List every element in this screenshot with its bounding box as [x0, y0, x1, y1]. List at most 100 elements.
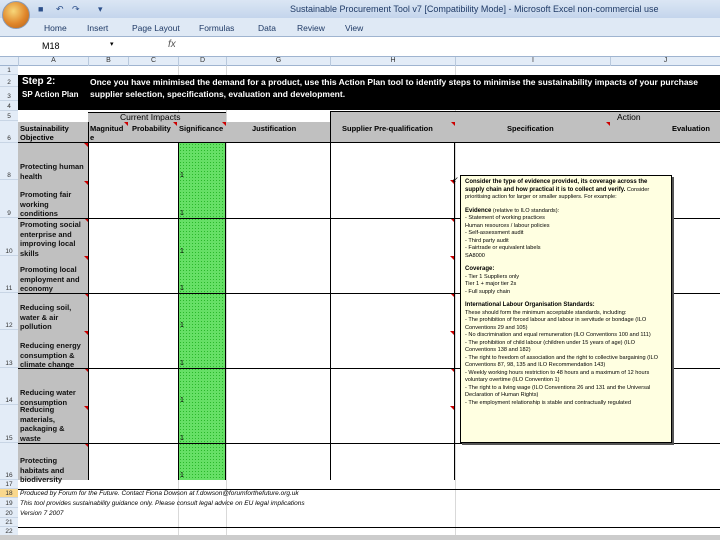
- row-header[interactable]: 4: [0, 101, 18, 111]
- row-header[interactable]: 16: [0, 443, 18, 480]
- ilo-item: - The employment relationship is stable …: [465, 399, 631, 406]
- magnitude-header[interactable]: Magnitude: [90, 124, 126, 142]
- significance-value[interactable]: 1: [180, 322, 184, 329]
- bottom-strip: [0, 535, 720, 540]
- significance-value[interactable]: 1: [180, 360, 184, 367]
- row-header[interactable]: 18: [0, 489, 18, 498]
- formula-input[interactable]: [182, 38, 720, 55]
- evidence-item: - Statement of working practices: [465, 215, 545, 221]
- row-header[interactable]: 3: [0, 87, 18, 101]
- significance-value[interactable]: 1: [180, 248, 184, 255]
- significance-column: [178, 143, 226, 480]
- row-header[interactable]: 5: [0, 111, 18, 121]
- redo-icon[interactable]: ↷: [72, 4, 82, 14]
- row-header[interactable]: 11: [0, 256, 18, 293]
- comment-indicator-icon[interactable]: [173, 122, 177, 126]
- justification-header: Justification: [252, 124, 297, 133]
- objective-header: Sustainability Objective: [20, 124, 69, 142]
- undo-icon[interactable]: ↶: [56, 4, 66, 14]
- tab-data[interactable]: Data: [258, 23, 276, 33]
- objective-label: Reducing energy consumption & climate ch…: [20, 341, 81, 369]
- significance-header[interactable]: Significance: [179, 124, 225, 133]
- evaluation-header: Evaluation: [672, 124, 710, 133]
- objective-label: Reducing soil, water & air pollution: [20, 303, 72, 331]
- row-header[interactable]: 19: [0, 498, 18, 508]
- significance-value[interactable]: 1: [180, 285, 184, 292]
- row-header[interactable]: 20: [0, 508, 18, 518]
- comment-indicator-icon[interactable]: [124, 122, 128, 126]
- comment-arrow-icon: ↙: [452, 175, 459, 184]
- row-header[interactable]: 10: [0, 218, 18, 256]
- banner-line-2: supplier selection, specifications, eval…: [90, 89, 346, 99]
- column-header-a[interactable]: A: [18, 57, 88, 66]
- office-button[interactable]: [2, 1, 30, 29]
- name-box[interactable]: M18: [0, 38, 112, 55]
- evidence-item: - Fairtrade or equivalent labels: [465, 245, 541, 251]
- tab-formulas[interactable]: Formulas: [199, 23, 234, 33]
- ilo-item: - The prohibition of forced labour and l…: [465, 317, 647, 331]
- column-header-h[interactable]: H: [330, 57, 455, 66]
- comment-indicator-icon[interactable]: [606, 122, 610, 126]
- evidence-note: (relative to ILO standards):: [492, 207, 560, 214]
- tab-view[interactable]: View: [345, 23, 363, 33]
- objective-label: Promoting local employment and economy: [20, 265, 80, 293]
- ilo-title: International Labour Organisation Standa…: [465, 302, 595, 308]
- row-header[interactable]: 12: [0, 293, 18, 330]
- coverage-title: Coverage:: [465, 266, 495, 272]
- row-header[interactable]: 9: [0, 180, 18, 218]
- significance-value[interactable]: 1: [180, 397, 184, 404]
- objective-label: Reducing materials, packaging & waste: [20, 405, 65, 443]
- comment-indicator-icon[interactable]: [222, 122, 226, 126]
- row-header[interactable]: 17: [0, 480, 18, 489]
- action-header: [330, 111, 720, 122]
- footer-version: Version 7 2007: [20, 510, 64, 517]
- significance-value[interactable]: 1: [180, 435, 184, 442]
- save-icon[interactable]: ■: [38, 4, 48, 14]
- probability-header[interactable]: Probability: [132, 124, 171, 133]
- comment-indicator-icon[interactable]: [451, 122, 455, 126]
- objective-label: Promoting social enterprise and improvin…: [20, 220, 81, 258]
- row-header[interactable]: 2: [0, 75, 18, 87]
- banner-instructions: Once you have minimised the demand for a…: [90, 76, 720, 100]
- column-header-i[interactable]: I: [455, 57, 610, 66]
- row-header[interactable]: 13: [0, 330, 18, 368]
- coverage-item: Tier 1 + major tier 2s: [465, 281, 517, 287]
- tab-insert[interactable]: Insert: [87, 23, 108, 33]
- evidence-item: - Third party audit: [465, 237, 509, 244]
- row-header[interactable]: 1: [0, 66, 18, 75]
- prequal-header[interactable]: Supplier Pre-qualification: [342, 124, 433, 133]
- column-header-c[interactable]: C: [128, 57, 178, 66]
- customize-quick-access-icon[interactable]: ▾: [98, 4, 108, 14]
- column-border: [454, 143, 455, 480]
- ilo-item: - Weekly working hours restriction to 48…: [465, 369, 650, 384]
- row-header[interactable]: 14: [0, 368, 18, 405]
- significance-value[interactable]: 1: [180, 210, 184, 217]
- footer-disclaimer: This tool provides sustainability guidan…: [20, 500, 305, 507]
- column-header-b[interactable]: B: [88, 57, 128, 66]
- column-border: [330, 111, 331, 480]
- comment-intro: Consider the type of evidence provided, …: [465, 179, 667, 202]
- name-box-dropdown-icon[interactable]: ▾: [110, 40, 114, 48]
- coverage-item: - Full supply chain: [465, 288, 511, 295]
- action-label: Action: [617, 112, 641, 122]
- specification-header[interactable]: Specification: [507, 124, 554, 133]
- column-header-d[interactable]: D: [178, 57, 226, 66]
- column-header-g[interactable]: G: [226, 57, 330, 66]
- significance-value[interactable]: 1: [180, 472, 184, 479]
- tab-review[interactable]: Review: [297, 23, 325, 33]
- ilo-item: - The prohibition of child labour (child…: [465, 339, 635, 354]
- cell-comment-popup: Consider the type of evidence provided, …: [460, 175, 672, 443]
- column-header-j[interactable]: J: [610, 57, 720, 66]
- window-title: Sustainable Procurement Tool v7 [Compati…: [290, 4, 659, 14]
- row-header[interactable]: 8: [0, 143, 18, 180]
- tab-page-layout[interactable]: Page Layout: [132, 23, 180, 33]
- ilo-intro: These should form the minimum acceptable…: [465, 309, 627, 316]
- tab-home[interactable]: Home: [44, 23, 67, 33]
- row-header[interactable]: 15: [0, 405, 18, 443]
- comment-intro-bold: Consider the type of evidence provided, …: [465, 179, 648, 193]
- row-header[interactable]: 21: [0, 518, 18, 527]
- insert-function-button[interactable]: fx: [168, 39, 176, 50]
- ilo-item: - The right to freedom of association an…: [465, 354, 658, 369]
- significance-value[interactable]: 1: [180, 172, 184, 179]
- row-header[interactable]: 6: [0, 121, 18, 143]
